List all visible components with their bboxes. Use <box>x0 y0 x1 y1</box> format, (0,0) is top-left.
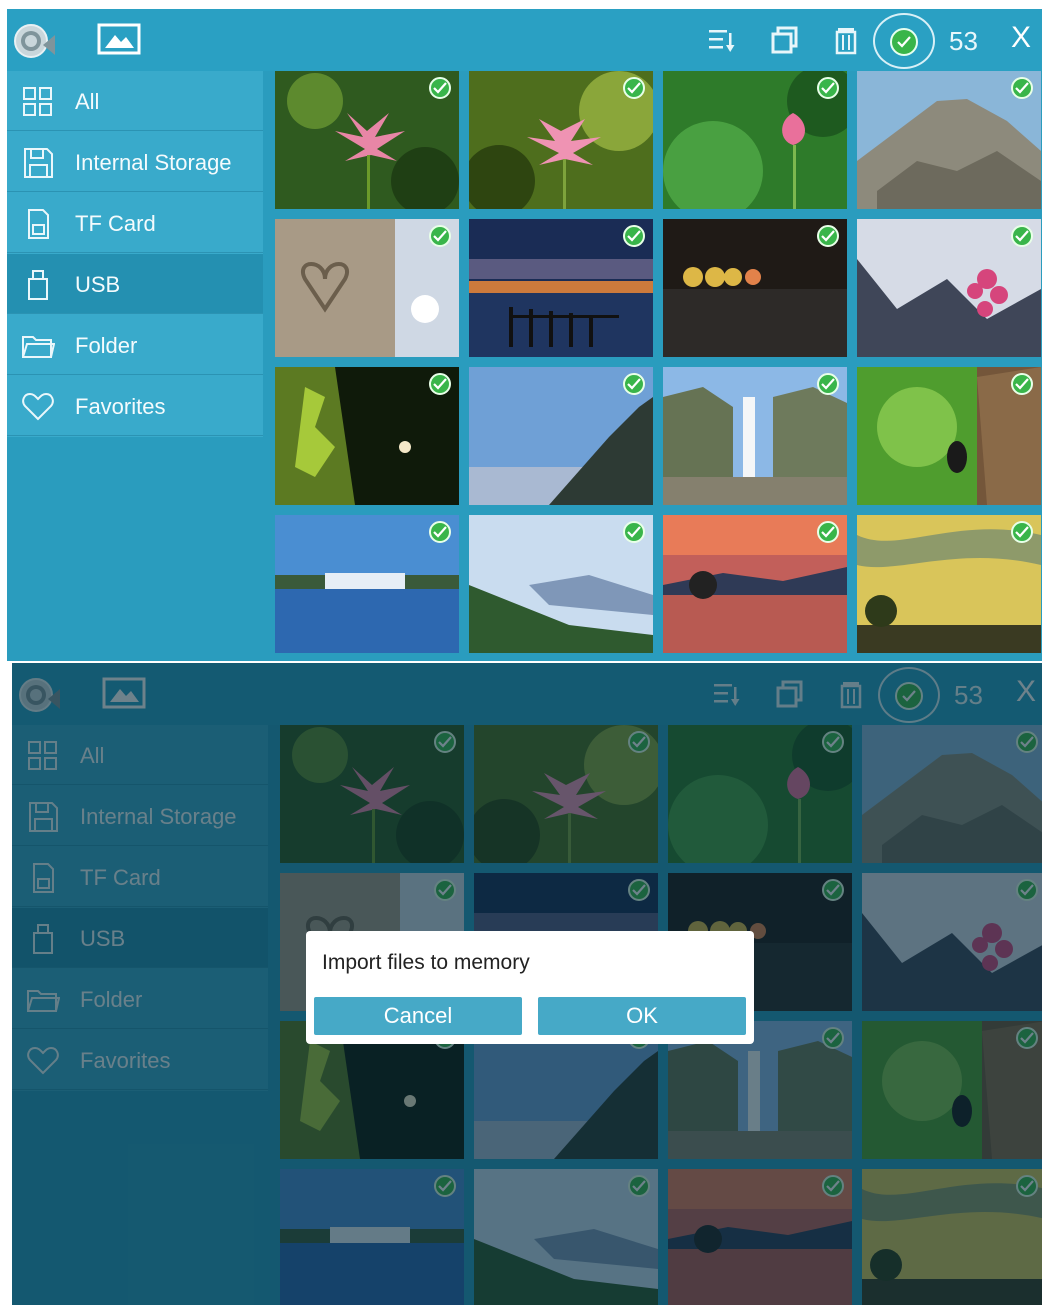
photo-thumbnail[interactable] <box>663 71 847 209</box>
selected-check-icon[interactable] <box>817 521 839 543</box>
sidebar-item-folder[interactable]: Folder <box>7 315 263 375</box>
selected-count: 53 <box>949 26 978 56</box>
photo-thumbnail[interactable] <box>663 219 847 357</box>
gallery-screen: 53 X All Internal Storage TF Card USB Fo… <box>7 9 1042 661</box>
gallery-icon[interactable] <box>97 23 141 55</box>
selected-check-icon[interactable] <box>429 521 451 543</box>
selected-check-icon[interactable] <box>1011 521 1033 543</box>
photo-thumbnail[interactable] <box>663 515 847 653</box>
selected-check-icon[interactable] <box>1011 77 1033 99</box>
gallery-screen-dialog: 53 X All Internal Storage <box>12 663 1042 1305</box>
photo-thumbnail[interactable] <box>275 219 459 357</box>
sidebar-item-label: USB <box>75 272 121 297</box>
import-dialog: Import files to memory Cancel OK <box>306 931 754 1044</box>
sd-card-icon <box>28 209 49 239</box>
delete-icon[interactable] <box>831 25 861 55</box>
selected-check-icon[interactable] <box>429 77 451 99</box>
photo-thumbnail[interactable] <box>469 219 653 357</box>
folder-icon <box>22 336 55 358</box>
sidebar-item-label: Internal Storage <box>75 150 232 175</box>
toolbar: 53 X <box>7 9 1042 71</box>
sidebar-item-internal-storage[interactable]: Internal Storage <box>7 132 263 192</box>
sort-icon[interactable] <box>707 25 737 55</box>
photo-thumbnail[interactable] <box>663 367 847 505</box>
cancel-button[interactable]: Cancel <box>314 997 522 1035</box>
photo-thumbnail[interactable] <box>275 367 459 505</box>
selected-check-icon[interactable] <box>623 373 645 395</box>
photo-thumbnail[interactable] <box>275 515 459 653</box>
selected-check-icon[interactable] <box>623 225 645 247</box>
selected-check-icon[interactable] <box>623 77 645 99</box>
sidebar-item-tf-card[interactable]: TF Card <box>7 193 263 253</box>
sidebar-item-label: Favorites <box>75 394 166 419</box>
sidebar-item-label: Folder <box>75 333 138 358</box>
close-button[interactable]: X <box>1011 21 1031 55</box>
floppy-icon <box>24 148 53 178</box>
select-all-button[interactable] <box>873 13 935 69</box>
selected-check-icon[interactable] <box>1011 373 1033 395</box>
usb-icon <box>28 270 48 300</box>
photo-thumbnail[interactable] <box>469 367 653 505</box>
app-logo-icon[interactable] <box>13 21 55 61</box>
selected-check-icon[interactable] <box>1011 225 1033 247</box>
sidebar-item-label: TF Card <box>75 211 156 236</box>
selected-check-icon[interactable] <box>623 521 645 543</box>
selected-check-icon[interactable] <box>817 225 839 247</box>
selected-check-icon[interactable] <box>817 77 839 99</box>
selected-check-icon[interactable] <box>429 225 451 247</box>
selected-check-icon[interactable] <box>429 373 451 395</box>
check-icon <box>890 28 918 56</box>
sidebar-item-all[interactable]: All <box>7 71 263 131</box>
sidebar-item-favorites[interactable]: Favorites <box>7 376 263 436</box>
photo-thumbnail[interactable] <box>857 367 1041 505</box>
ok-button[interactable]: OK <box>538 997 746 1035</box>
photo-thumbnail[interactable] <box>469 71 653 209</box>
photo-thumbnail[interactable] <box>275 71 459 209</box>
dialog-message: Import files to memory <box>322 951 530 974</box>
sidebar-item-usb[interactable]: USB <box>7 254 263 314</box>
copy-icon[interactable] <box>769 25 799 55</box>
selected-check-icon[interactable] <box>817 373 839 395</box>
sidebar: All Internal Storage TF Card USB <box>7 71 263 437</box>
photo-grid <box>275 71 1042 661</box>
sidebar-item-label: All <box>75 89 100 114</box>
photo-thumbnail[interactable] <box>857 515 1041 653</box>
photo-thumbnail[interactable] <box>469 515 653 653</box>
photo-thumbnail[interactable] <box>857 219 1041 357</box>
grid-icon <box>23 87 52 116</box>
photo-thumbnail[interactable] <box>857 71 1041 209</box>
heart-icon <box>22 392 54 421</box>
